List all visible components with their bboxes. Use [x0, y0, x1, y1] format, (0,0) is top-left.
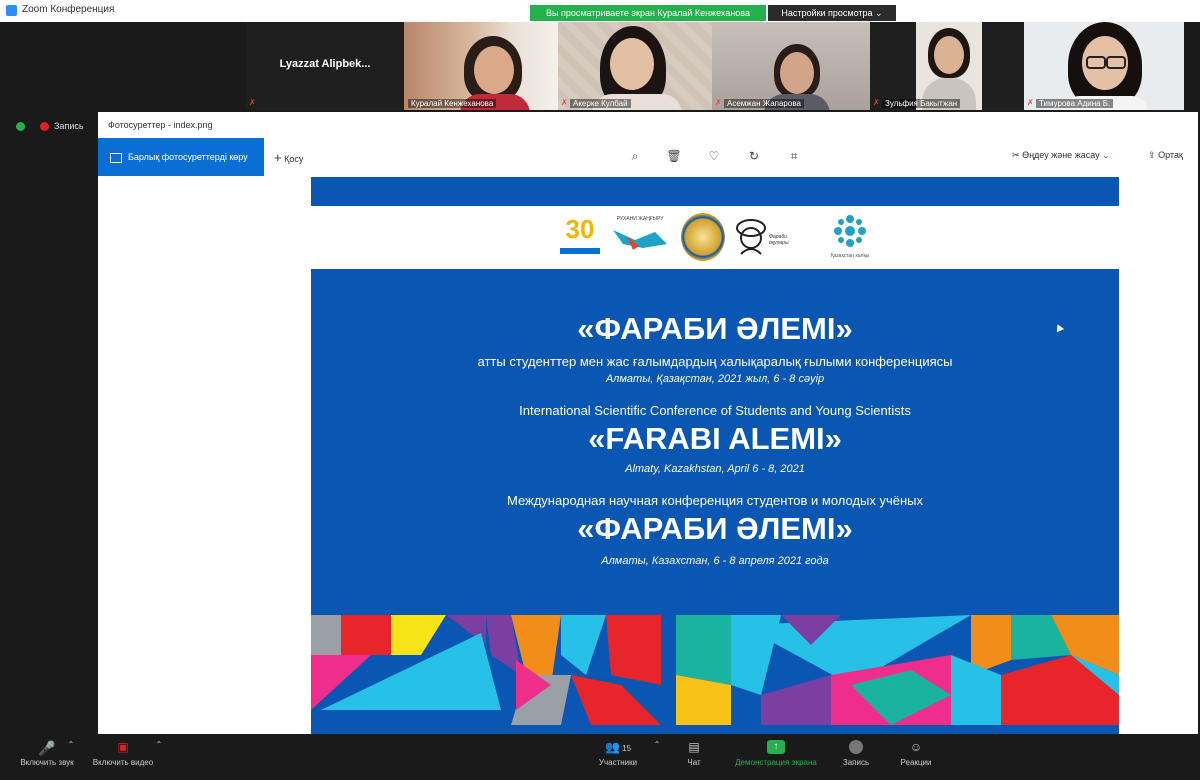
see-all-photos-button[interactable]: Барлық фотосуреттерді көру: [98, 138, 264, 176]
kazakh-subtitle: атты студенттер мен жас ғалымдардың халы…: [477, 354, 953, 369]
participants-label: Участники: [598, 758, 638, 767]
participants-icon: 👥 15: [604, 740, 632, 754]
record-label: Запись: [842, 758, 870, 767]
chat-button[interactable]: ▤ Чат: [674, 740, 714, 767]
photos-window-title: Фотосуреттер - index.png: [108, 120, 213, 130]
participant-name: Асемжан Жапарова: [724, 99, 804, 108]
zoom-app-icon: [6, 5, 17, 16]
participant-tile[interactable]: ✗ Зульфия Бакытжан: [870, 22, 1024, 110]
english-place-date: Almaty, Kazakhstan, April 6 - 8, 2021: [625, 463, 805, 475]
view-options-button[interactable]: Настройки просмотра ⌄: [768, 5, 896, 21]
participant-name: Тимурова Адина Б.: [1036, 99, 1114, 108]
russian-title: «ФАРАБИ ӘЛЕМІ»: [577, 511, 853, 546]
meeting-controls-bar: 🎤 Включить звук ⌃ ▣ Включить видео ⌃ 👥 1…: [0, 734, 1200, 780]
kazakhstan-people-text: Қазақстан халқы: [830, 253, 870, 259]
start-video-button[interactable]: ▣ Включить видео: [88, 740, 158, 767]
share-screen-label: Демонстрация экрана: [735, 758, 817, 767]
conference-slide-image: 30 РУХАНИ ЖАҢҒЫРУ Фараби оқулары Қазақст…: [311, 177, 1119, 734]
russian-subtitle: Международная научная конференция студен…: [506, 493, 924, 508]
mic-muted-icon: ✗: [715, 98, 722, 107]
farabi-readings-text: Фараби оқулары: [769, 234, 789, 246]
colorful-mosaic-banner: [311, 615, 1119, 734]
participant-tile[interactable]: ✗ Асемжан Жапарова: [712, 22, 870, 110]
share-label: Ортақ: [1158, 150, 1183, 160]
english-subtitle: International Scientific Conference of S…: [519, 403, 911, 418]
participant-name: Зульфия Бакытжан: [882, 99, 961, 108]
bird-icon: [613, 230, 667, 250]
record-button[interactable]: Запись: [834, 740, 878, 767]
edit-icon: ✂: [1012, 150, 1020, 160]
russian-place-date: Алматы, Казахстан, 6 - 8 апреля 2021 год…: [601, 555, 829, 567]
sharing-banner: Вы просматриваете экран Куралай Кенжехан…: [530, 5, 766, 21]
participants-button[interactable]: 👥 15 Участники: [590, 740, 646, 767]
participants-options-chevron[interactable]: ⌃: [650, 740, 664, 749]
kazakh-place-date: Алматы, Қазақстан, 2021 жыл, 6 - 8 сәуір: [605, 373, 825, 385]
kazakhstan-people-logo: Қазақстан халқы: [819, 214, 881, 264]
reactions-label: Реакции: [900, 758, 932, 767]
anniversary-30-logo: 30: [560, 214, 600, 260]
rotate-icon[interactable]: ↻: [745, 148, 763, 164]
plus-icon: +: [274, 150, 282, 165]
mic-muted-icon: ✗: [249, 98, 256, 107]
slide-main-panel: «ФАРАБИ ӘЛЕМІ» атты студенттер мен жас ғ…: [311, 269, 1119, 615]
chat-label: Чат: [687, 758, 701, 767]
participant-name-large: Lyazzat Alipbek...: [279, 58, 371, 70]
share-button[interactable]: ⇪ Ортақ: [1148, 150, 1183, 161]
favorite-icon[interactable]: ♡: [705, 148, 723, 164]
chat-icon: ▤: [688, 740, 700, 754]
add-button[interactable]: + Қосу: [274, 150, 303, 165]
reactions-button[interactable]: ☺ Реакции: [890, 740, 942, 767]
slide-top-band: [311, 177, 1119, 206]
video-options-chevron[interactable]: ⌃: [152, 740, 166, 749]
slide-logo-row: 30 РУХАНИ ЖАҢҒЫРУ Фараби оқулары Қазақст…: [311, 206, 1119, 269]
edit-create-button[interactable]: ✂ Өңдеу және жасау ⌄: [1012, 150, 1110, 161]
english-title: «FARABI ALEMI»: [588, 421, 842, 456]
mic-muted-icon: ✗: [1027, 98, 1034, 107]
anniversary-number: 30: [565, 214, 595, 244]
audio-options-chevron[interactable]: ⌃: [64, 740, 78, 749]
reactions-icon: ☺: [909, 740, 923, 754]
rukhani-zhangyru-logo: РУХАНИ ЖАҢҒЫРУ: [609, 216, 671, 260]
chevron-up-icon: ⌃: [653, 740, 661, 749]
zoom-icon[interactable]: ⌕: [626, 148, 644, 164]
participants-count: 15: [622, 744, 632, 753]
security-shield-icon[interactable]: [16, 122, 25, 131]
university-emblem-logo: [681, 213, 725, 261]
share-screen-button[interactable]: ↑ Демонстрация экрана: [728, 740, 824, 767]
participant-tile[interactable]: Куралай Кенжеханова: [404, 22, 558, 110]
mic-muted-icon: ✗: [873, 98, 880, 107]
add-label: Қосу: [284, 154, 304, 164]
mic-off-icon: 🎤: [38, 740, 56, 756]
crop-icon[interactable]: ⌗: [785, 148, 803, 164]
chevron-up-icon: ⌃: [67, 740, 75, 749]
chevron-up-icon: ⌃: [155, 740, 163, 749]
window-titlebar: Zoom Конференция Вы просматриваете экран…: [0, 0, 1200, 22]
recording-indicator-icon[interactable]: [40, 122, 49, 131]
snowflake-icon: [834, 215, 866, 247]
delete-icon[interactable]: 🗑: [665, 148, 683, 164]
participant-name: Акерке Кулбай: [570, 99, 631, 108]
participant-tile[interactable]: ✗ Акерке Кулбай: [558, 22, 712, 110]
gallery-icon: [110, 152, 122, 163]
video-off-icon: ▣: [117, 740, 129, 754]
participant-name: Куралай Кенжеханова: [408, 99, 497, 108]
share-icon: ⇪: [1148, 150, 1156, 160]
start-video-label: Включить видео: [92, 758, 154, 767]
window-title: Zoom Конференция: [22, 4, 115, 15]
participant-tile[interactable]: ✗ Тимурова Адина Б.: [1024, 22, 1184, 110]
recording-label: Запись: [54, 121, 84, 131]
record-icon: [849, 740, 863, 754]
mic-muted-icon: ✗: [561, 98, 568, 107]
edit-create-label: Өңдеу және жасау: [1022, 150, 1100, 160]
portrait-icon: [736, 219, 766, 255]
see-all-label: Барлық фотосуреттерді көру: [128, 152, 248, 162]
chevron-down-icon: ⌄: [1102, 150, 1110, 160]
farabi-portrait-logo: Фараби оқулары: [731, 214, 801, 262]
unmute-label: Включить звук: [20, 758, 74, 767]
share-screen-icon: ↑: [767, 740, 785, 754]
kazakh-title: «ФАРАБИ ӘЛЕМІ»: [577, 311, 853, 346]
participant-tile[interactable]: Lyazzat Alipbek... ✗: [246, 22, 404, 110]
